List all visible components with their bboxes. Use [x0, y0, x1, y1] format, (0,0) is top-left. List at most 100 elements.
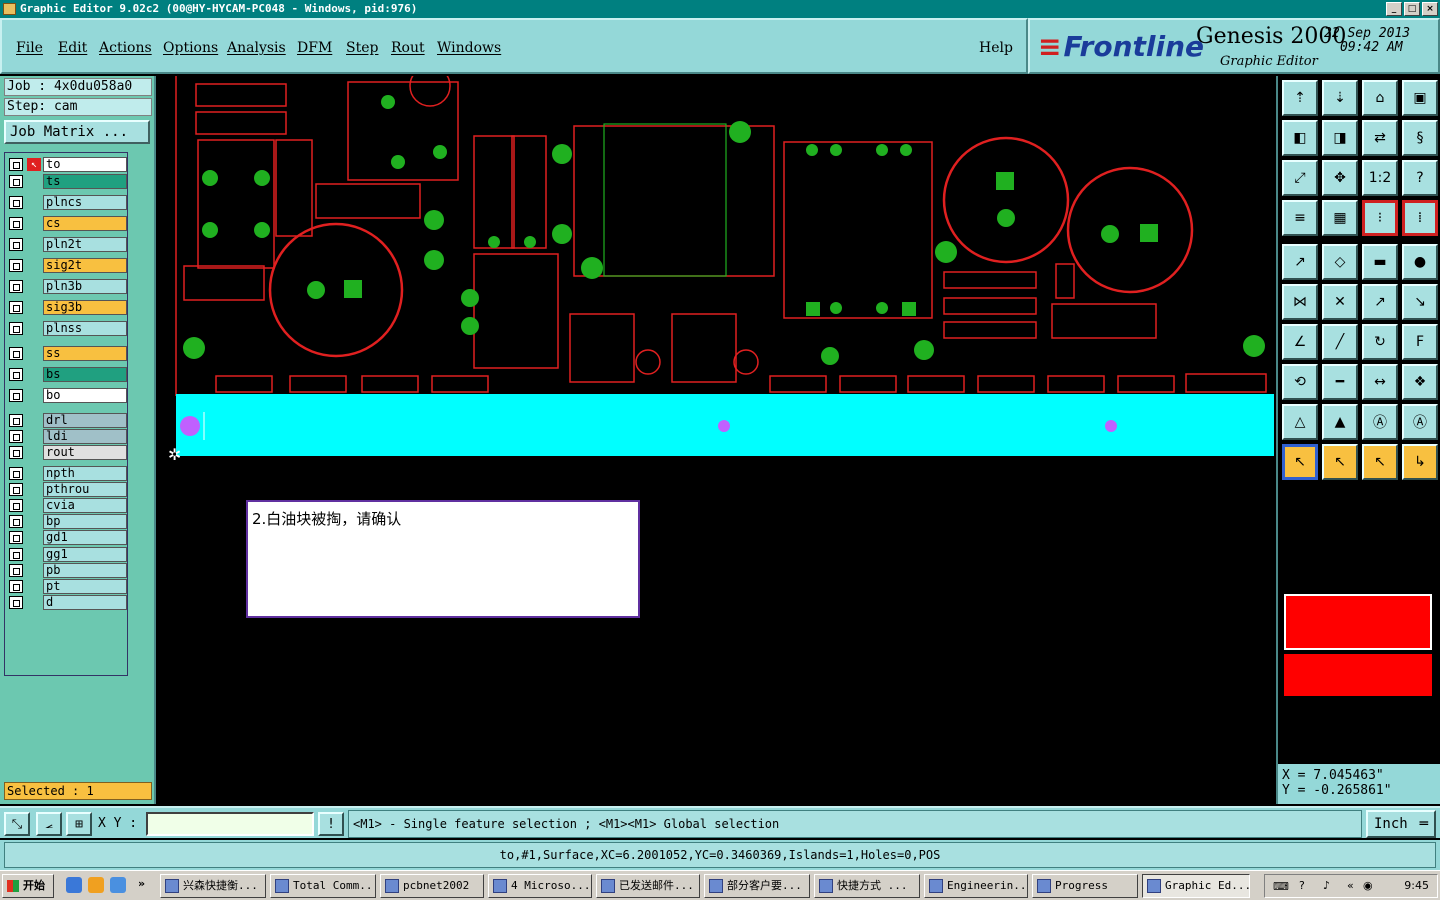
layer-checkbox[interactable] — [9, 347, 23, 360]
alert-icon[interactable]: ! — [318, 812, 344, 836]
pan-right-icon[interactable]: ◨ — [1322, 120, 1358, 156]
layer-checkbox[interactable] — [9, 547, 23, 561]
ruler-icon[interactable]: ▬ — [1362, 244, 1398, 280]
arc-icon[interactable]: ↻ — [1362, 324, 1398, 360]
network-icon[interactable]: ◉ — [1363, 879, 1373, 892]
clock-icon[interactable] — [88, 877, 104, 893]
layer-row-gg1[interactable]: gg1 — [9, 546, 127, 562]
layer-row-bp[interactable]: bp — [9, 514, 127, 530]
angle-icon[interactable]: ∠ — [1282, 324, 1318, 360]
help-icon[interactable]: ? — [1299, 879, 1305, 892]
layer-row-pthrou[interactable]: pthrou — [9, 481, 127, 497]
taskbar-item[interactable]: pcbnet2002 — [380, 874, 484, 898]
chevron-right-icon[interactable]: » — [138, 877, 145, 890]
layer-row-pln3b[interactable]: pln3b — [9, 279, 127, 294]
start-button[interactable]: 开始 — [2, 874, 54, 898]
layer-row-ldi[interactable]: ldi — [9, 429, 127, 445]
layer-row-pln2t[interactable]: pln2t — [9, 237, 127, 252]
snap-grid-icon[interactable]: ⊞ — [66, 812, 92, 836]
layer-name[interactable]: d — [43, 595, 127, 611]
flip-icon[interactable]: ⇄ — [1362, 120, 1398, 156]
zoom-center-icon[interactable]: ✥ — [1322, 160, 1358, 196]
layer-checkbox[interactable] — [9, 446, 23, 460]
menu-windows[interactable]: Windows — [437, 40, 501, 56]
layer-checkbox[interactable] — [9, 322, 23, 335]
layer-row-bo[interactable]: bo — [9, 388, 127, 403]
layer-row-cvia[interactable]: cvia — [9, 498, 127, 513]
ie-icon[interactable] — [66, 877, 82, 893]
window-icon[interactable]: ▣ — [1402, 80, 1438, 116]
netlist-compare-icon[interactable]: ⁞ — [1402, 200, 1438, 236]
rotate-icon[interactable]: ⟲ — [1282, 364, 1318, 400]
menu-file[interactable]: File — [16, 40, 43, 56]
layer-name[interactable]: cvia — [43, 498, 127, 513]
menu-options[interactable]: Options — [163, 40, 218, 56]
layer-name[interactable]: ts — [43, 174, 127, 189]
xy-input[interactable] — [146, 812, 314, 836]
layer-name[interactable]: ss — [43, 346, 127, 361]
fit-width-icon[interactable]: ↔ — [1362, 364, 1398, 400]
home-icon[interactable]: ⌂ — [1362, 80, 1398, 116]
layer-row-plncs[interactable]: plncs — [9, 195, 127, 210]
layer-name[interactable]: bo — [43, 388, 127, 403]
taskbar-item[interactable]: Total Comm... — [270, 874, 376, 898]
layer-name[interactable]: sig3b — [43, 300, 127, 315]
layer-checkbox[interactable] — [9, 158, 23, 171]
triangle-icon[interactable]: △ — [1282, 404, 1318, 440]
menu-rout[interactable]: Rout — [391, 40, 425, 56]
layer-checkbox[interactable] — [9, 515, 23, 529]
layer-name[interactable]: plnss — [43, 321, 127, 336]
layer-checkbox[interactable] — [9, 259, 23, 272]
layer-checkbox[interactable] — [9, 596, 23, 610]
layer-name[interactable]: pthrou — [43, 481, 127, 497]
layer-name[interactable]: pb — [43, 562, 127, 578]
layer-row-rout[interactable]: rout — [9, 445, 127, 461]
fit-icon[interactable]: ⤢ — [1282, 160, 1318, 196]
graphic-canvas[interactable]: ✲ 2.白油块被掏，请确认 — [156, 76, 1276, 804]
layer-checkbox[interactable] — [9, 430, 23, 444]
delete-node-icon[interactable]: ✕ — [1322, 284, 1358, 320]
route-alt-icon[interactable]: ↘ — [1402, 284, 1438, 320]
layer-name[interactable]: ldi — [43, 429, 127, 445]
layer-name[interactable]: bs — [43, 367, 127, 382]
route-icon[interactable]: ↗ — [1362, 284, 1398, 320]
layer-checkbox[interactable] — [9, 414, 23, 427]
layer-checkbox[interactable] — [9, 368, 23, 381]
keyboard-icon[interactable]: ⌨ — [1273, 880, 1289, 893]
unit-selector[interactable]: Inch ═ — [1366, 810, 1436, 838]
layer-row-pt[interactable]: pt — [9, 579, 127, 594]
layer-name[interactable]: bp — [43, 514, 127, 530]
query-icon[interactable]: ? — [1402, 160, 1438, 196]
maximize-button[interactable]: □ — [1404, 2, 1420, 16]
layer-row-plnss[interactable]: plnss — [9, 321, 127, 336]
layer-name[interactable]: pln3b — [43, 279, 127, 294]
layer-row-ts[interactable]: ts — [9, 174, 127, 189]
layer-name[interactable]: pln2t — [43, 237, 127, 252]
layer-checkbox[interactable] — [9, 499, 23, 512]
layer-name[interactable]: drl — [43, 413, 127, 428]
connect-icon[interactable]: ⋈ — [1282, 284, 1318, 320]
color-swatch-primary[interactable] — [1284, 594, 1432, 650]
layer-checkbox[interactable] — [9, 217, 23, 230]
layer-name[interactable]: to — [43, 157, 127, 172]
move-icon[interactable]: ↗ — [1282, 244, 1318, 280]
scale-icon[interactable]: 1:2 — [1362, 160, 1398, 196]
taskbar-item[interactable]: 4 Microso... — [488, 874, 592, 898]
layer-row-pb[interactable]: pb — [9, 562, 127, 578]
color-swatch-secondary[interactable] — [1284, 654, 1432, 696]
text-icon[interactable]: F — [1402, 324, 1438, 360]
layer-checkbox[interactable] — [9, 466, 23, 480]
outline-icon[interactable]: ▲ — [1322, 404, 1358, 440]
layer-checkbox[interactable] — [9, 175, 23, 188]
layer-checkbox[interactable] — [9, 580, 23, 593]
export-icon[interactable]: ⇡ — [1282, 80, 1318, 116]
close-button[interactable]: × — [1422, 2, 1438, 16]
taskbar-item[interactable]: 已发送邮件... — [596, 874, 700, 898]
menu-dfm[interactable]: DFM — [297, 40, 332, 56]
measure-icon[interactable]: ⦟ — [36, 812, 62, 836]
cross-arch-icon[interactable]: Ⓐ — [1402, 404, 1438, 440]
layer-name[interactable]: pt — [43, 579, 127, 594]
layer-name[interactable]: gg1 — [43, 546, 127, 562]
pan-left-icon[interactable]: ◧ — [1282, 120, 1318, 156]
menu-analysis[interactable]: Analysis — [227, 40, 286, 56]
